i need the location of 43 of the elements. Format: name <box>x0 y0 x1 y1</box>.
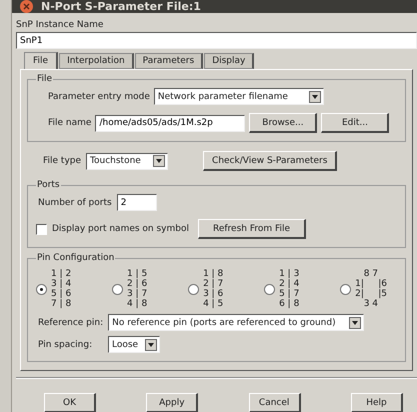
entry-mode-dropdown[interactable]: Network parameter filename <box>154 88 324 105</box>
pin-layout-text: 1 | 2 3 | 4 5 | 6 7 | 8 <box>51 269 72 309</box>
checkbox[interactable] <box>36 224 47 234</box>
ports-count-field[interactable]: 2 <box>116 194 157 211</box>
tab[interactable]: Display <box>204 53 254 69</box>
dialog-button[interactable]: OK <box>44 393 96 412</box>
file-type-label: File type <box>43 156 82 166</box>
display-port-names-label: Display port names on symbol <box>52 224 189 234</box>
file-name-label: File name <box>48 118 92 128</box>
refresh-button[interactable]: Refresh From File <box>198 219 306 239</box>
radio-button[interactable] <box>188 284 200 294</box>
group-title: Ports <box>36 180 61 190</box>
pin-layout-text: 1 | 8 2 | 7 3 | 6 4 | 5 <box>203 269 224 309</box>
radio-button[interactable] <box>36 284 47 294</box>
dialog-button[interactable]: Apply <box>146 393 198 412</box>
check-view-button[interactable]: Check/View S-Parameters <box>203 151 338 171</box>
pin-layout-text: 1 | 3 2 | 4 5 | 7 6 | 8 <box>279 269 300 309</box>
pin-spacing-label: Pin spacing: <box>38 340 94 350</box>
edit-button[interactable]: Edit... <box>321 113 390 133</box>
reference-pin-label: Reference pin: <box>38 318 104 328</box>
tab[interactable]: Interpolation <box>59 53 134 69</box>
group-title: File <box>36 74 54 84</box>
reference-pin-dropdown[interactable]: No reference pin (ports are referenced to ground) <box>108 314 364 331</box>
file-type-dropdown[interactable]: Touchstone <box>86 152 168 170</box>
instance-name-field[interactable]: SnP1 <box>16 32 417 49</box>
radio-button[interactable] <box>340 284 352 294</box>
dialog-button[interactable]: Cancel <box>248 393 301 412</box>
group-title: Pin Configuration <box>36 253 116 263</box>
ports-count-label: Number of ports <box>38 198 112 208</box>
instance-name-label: SnP Instance Name <box>16 20 104 30</box>
file-name-field[interactable]: /home/ads05/ads/1M.s2p <box>95 114 246 132</box>
browse-button[interactable]: Browse... <box>249 113 318 133</box>
window-title: N-Port S-Parameter File:1 <box>41 0 201 13</box>
pin-layout-text: 8 7 1| |6 2| |5 3 4 <box>355 269 387 309</box>
radio-button[interactable] <box>112 284 124 294</box>
radio-button[interactable] <box>264 284 276 294</box>
pin-spacing-dropdown[interactable]: Loose <box>108 336 160 353</box>
tab[interactable]: Parameters <box>134 53 204 69</box>
dialog-button[interactable]: Help <box>350 393 403 412</box>
entry-mode-label: Parameter entry mode <box>48 92 150 102</box>
close-icon[interactable] <box>20 0 33 13</box>
pin-layout-text: 1 | 5 2 | 6 3 | 7 4 | 8 <box>127 269 148 309</box>
tab[interactable]: File <box>24 52 58 69</box>
